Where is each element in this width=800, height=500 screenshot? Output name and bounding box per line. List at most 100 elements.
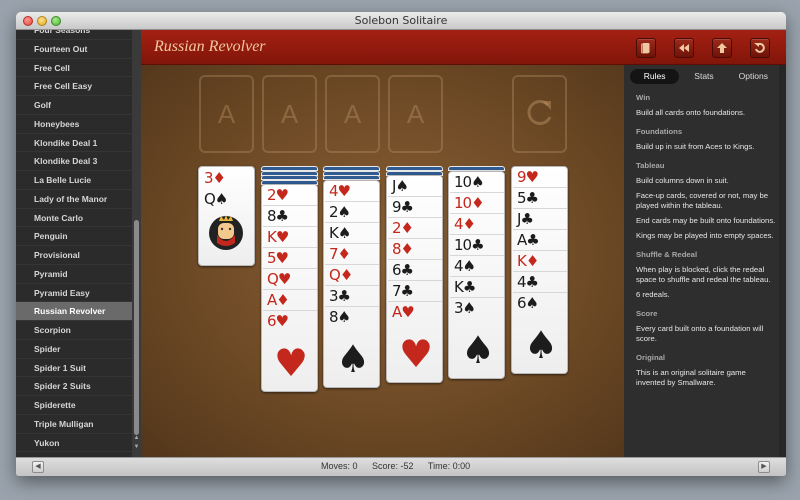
sidebar-item-spider-1-suit[interactable]: Spider 1 Suit [16, 359, 132, 378]
card-stack[interactable]: 4♥ 2♠ K♠ 7♦ Q♦ 3♣ 8♠ ♠ [323, 179, 380, 388]
card-suit: ♣ [400, 282, 414, 300]
card[interactable]: 8♠ [329, 307, 351, 326]
card-rank-suit: 3♦ [204, 169, 226, 187]
sidebar-item-spider-2-suits[interactable]: Spider 2 Suits [16, 377, 132, 396]
card[interactable]: 2♥ [267, 186, 289, 204]
card[interactable]: A♥ [392, 303, 415, 321]
card[interactable]: A♣ [517, 231, 540, 249]
card[interactable]: 7♦ [329, 245, 351, 263]
foundation-slot[interactable]: A [325, 75, 380, 153]
game-stats: Moves: 0 Score: -52 Time: 0:00 [321, 461, 482, 471]
card[interactable]: K♠ [329, 224, 351, 242]
card-edge [263, 289, 317, 290]
tab-rules[interactable]: Rules [630, 69, 680, 84]
sidebar-item-klondike-deal-1[interactable]: Klondike Deal 1 [16, 134, 132, 153]
card[interactable]: 4♠ [454, 256, 476, 275]
card-rank: A [392, 303, 402, 321]
card-stack[interactable]: J♠ 9♣ 2♦ 8♦ 6♣ 7♣ A♥ ♥ [386, 175, 443, 383]
card[interactable]: Q♥ [267, 270, 291, 288]
sidebar-item-triple-mulligan[interactable]: Triple Mulligan [16, 415, 132, 434]
card-stack[interactable]: 2♥ 8♣ K♥ 5♥ Q♥ A♦ 6♥ ♥ [261, 184, 318, 392]
tab-options[interactable]: Options [729, 69, 778, 84]
card-rank: 2 [392, 219, 401, 237]
foundation-label: A [406, 99, 425, 129]
card[interactable]: 4♣ [517, 273, 539, 291]
card-stack[interactable]: 10♠ 10♦ 4♦ 10♣ 4♠ K♣ 3♠ ♠ [448, 170, 505, 379]
card[interactable]: J♣ [517, 210, 534, 228]
foundation-slot[interactable]: A [262, 75, 317, 153]
sidebar-scrollbar[interactable]: ▲ ▼ [132, 30, 141, 457]
sidebar-item-spider[interactable]: Spider [16, 340, 132, 359]
card[interactable]: 5♣ [517, 189, 539, 207]
info-tabs: Rules Stats Options [630, 69, 778, 84]
sidebar-item-la-belle-lucie[interactable]: La Belle Lucie [16, 171, 132, 190]
card[interactable]: K♥ [267, 228, 289, 246]
card[interactable]: 8♦ [392, 240, 414, 258]
scroll-down-arrow-icon[interactable]: ▼ [133, 444, 140, 451]
sidebar-scroll-thumb[interactable] [134, 220, 139, 435]
card-rank: 8 [329, 307, 338, 326]
hint-button[interactable] [712, 38, 732, 58]
deck-button[interactable] [636, 38, 656, 58]
card-rank: 2 [267, 186, 276, 204]
sidebar-item-spiderette[interactable]: Spiderette [16, 396, 132, 415]
card[interactable]: 2♦ [392, 219, 414, 237]
sidebar-item-free-cell[interactable]: Free Cell [16, 59, 132, 78]
sidebar-item-pyramid[interactable]: Pyramid [16, 265, 132, 284]
card[interactable]: K♦ [517, 252, 539, 270]
card[interactable]: K♣ [454, 278, 476, 296]
card[interactable]: 10♣ [454, 236, 485, 254]
scroll-up-arrow-icon[interactable]: ▲ [133, 435, 140, 442]
sidebar-item-monte-carlo[interactable]: Monte Carlo [16, 209, 132, 228]
sidebar-item-provisional[interactable]: Provisional [16, 246, 132, 265]
rules-heading: Win [636, 93, 651, 102]
redeal-arrow-icon [527, 100, 552, 125]
card[interactable]: 6♥ [267, 312, 289, 330]
sidebar-item-golf[interactable]: Golf [16, 96, 132, 115]
card[interactable]: 4♥ [329, 182, 351, 200]
card[interactable]: 5♥ [267, 249, 289, 267]
sidebar-item-free-cell-easy[interactable]: Free Cell Easy [16, 77, 132, 96]
card[interactable]: 10♠ [454, 173, 485, 191]
redeal-slot[interactable] [512, 75, 567, 153]
sidebar-item-pyramid-easy[interactable]: Pyramid Easy [16, 284, 132, 303]
card[interactable]: 9♥ [517, 168, 539, 186]
card[interactable]: 6♠ [517, 294, 539, 312]
card[interactable]: 8♣ [267, 207, 289, 225]
sidebar-item-yukon[interactable]: Yukon [16, 434, 132, 453]
card-rank-suit: Q♠ [204, 190, 228, 208]
undo-button[interactable] [750, 38, 770, 58]
card[interactable]: 9♣ [392, 198, 414, 216]
sidebar-item-lady-of-the-manor[interactable]: Lady of the Manor [16, 190, 132, 209]
card[interactable]: 6♣ [392, 261, 414, 279]
reserve-card[interactable]: 3♦ Q♠ [198, 166, 255, 266]
sidebar-item-scorpion[interactable]: Scorpion [16, 321, 132, 340]
card-suit: ♥ [525, 168, 539, 186]
next-game-button[interactable]: ▶ [758, 461, 770, 473]
sidebar-item-honeybees[interactable]: Honeybees [16, 115, 132, 134]
card[interactable]: 3♠ [454, 299, 476, 317]
sidebar-item-klondike-deal-3[interactable]: Klondike Deal 3 [16, 152, 132, 171]
card[interactable]: 10♦ [454, 194, 485, 212]
info-panel-scrollbar[interactable] [779, 65, 786, 457]
card-rank: 4 [454, 256, 463, 275]
card[interactable]: Q♦ [329, 266, 353, 284]
foundation-slot[interactable]: A [388, 75, 443, 153]
card-suit: ♠ [337, 307, 351, 326]
status-bar: ◀ Moves: 0 Score: -52 Time: 0:00 ▶ [16, 457, 786, 476]
card[interactable]: J♠ [392, 177, 409, 195]
sidebar-item-penguin[interactable]: Penguin [16, 227, 132, 246]
foundation-slot[interactable]: A [199, 75, 254, 153]
rewind-button[interactable] [674, 38, 694, 58]
card[interactable]: 2♠ [329, 203, 351, 221]
sidebar-item-russian-revolver[interactable]: Russian Revolver [16, 302, 132, 322]
tab-stats[interactable]: Stats [679, 69, 728, 84]
sidebar-item-fourteen-out[interactable]: Fourteen Out [16, 40, 132, 59]
card-rank: K [267, 228, 277, 246]
card-stack[interactable]: 9♥ 5♣ J♣ A♣ K♦ 4♣ 6♠ ♠ [511, 166, 568, 374]
card[interactable]: 3♣ [329, 287, 351, 305]
previous-game-button[interactable]: ◀ [32, 461, 44, 473]
card[interactable]: 4♦ [454, 215, 476, 233]
card[interactable]: A♦ [267, 291, 290, 309]
card[interactable]: 7♣ [392, 282, 414, 300]
